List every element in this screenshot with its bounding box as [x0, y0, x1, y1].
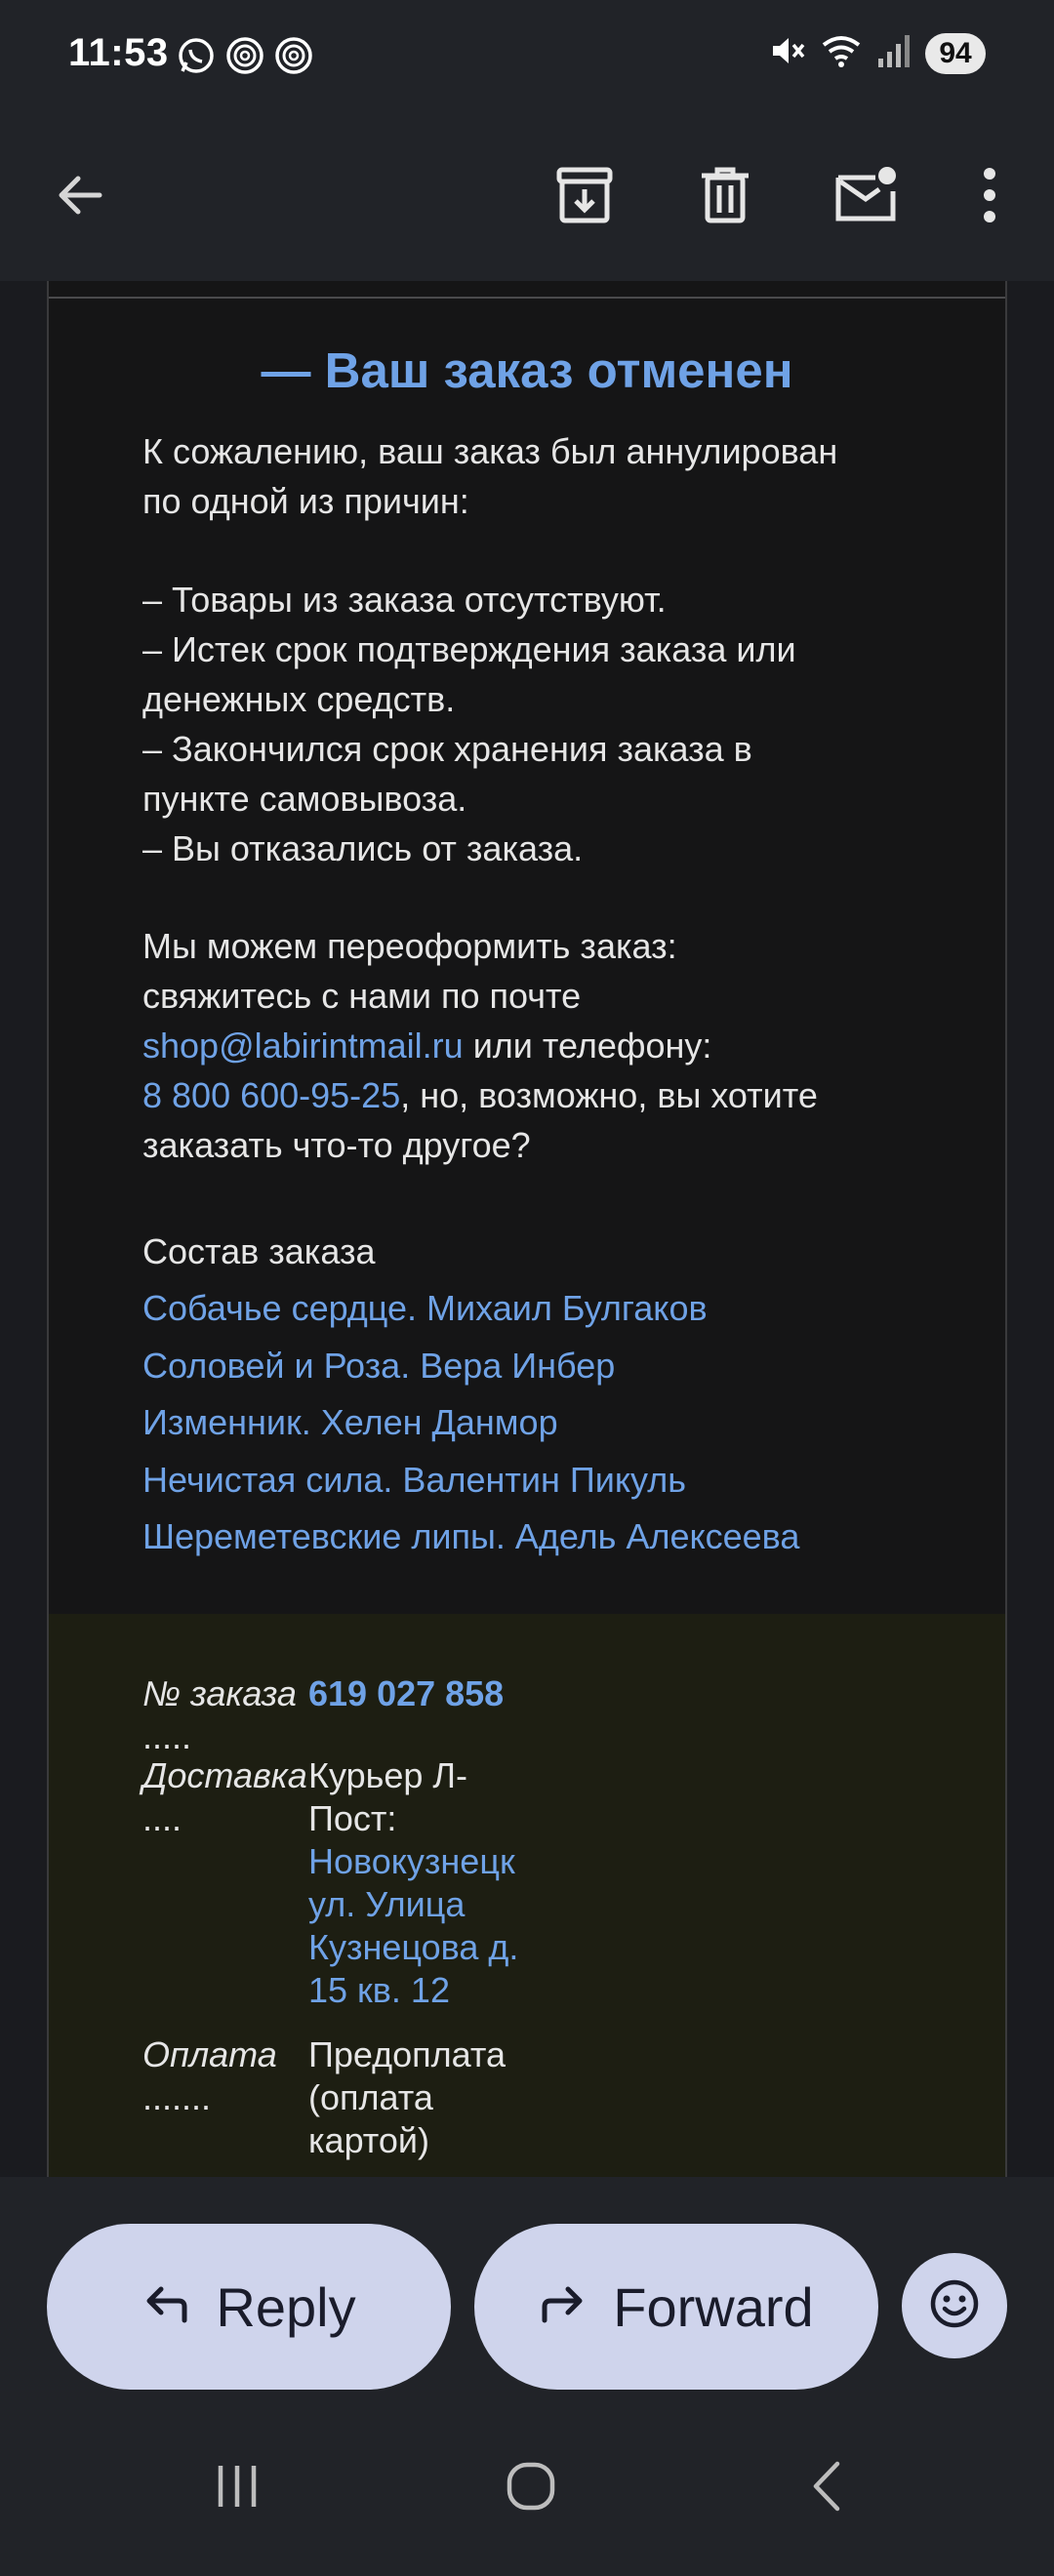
back-icon[interactable]	[774, 2442, 881, 2530]
contact-text: Мы можем переоформить заказ: свяжитесь с…	[142, 921, 982, 1170]
address-link[interactable]: 15 кв. 12	[308, 1969, 562, 2012]
system-nav-bar	[0, 2401, 1054, 2576]
contact-line: свяжитесь с нами по почте	[142, 976, 582, 1016]
reason-line: – Вы отказались от заказа.	[142, 828, 584, 868]
forward-icon	[539, 2275, 588, 2339]
order-item-link[interactable]: Соловей и Роза. Вера Инбер	[142, 1338, 982, 1395]
archive-icon[interactable]	[538, 148, 631, 242]
order-item-link[interactable]: Шереметевские липы. Адель Алексеева	[142, 1509, 982, 1566]
contact-line: 8 800 600-95-25, но, возможно, вы хотите	[142, 1070, 982, 1120]
address-link[interactable]: Кузнецова д.	[308, 1926, 562, 1969]
divider	[49, 297, 1005, 299]
mute-icon	[767, 31, 806, 75]
intro-line: К сожалению, ваш заказ был аннулирован	[142, 431, 838, 471]
status-bar: 11:53 94	[0, 0, 1054, 109]
delivery-value: Курьер Л- Пост: Новокузнецк ул. Улица Ку…	[308, 1754, 562, 2012]
intro-text: К сожалению, ваш заказ был аннулирован п…	[142, 426, 943, 526]
home-icon[interactable]	[477, 2442, 585, 2530]
battery-indicator: 94	[925, 32, 986, 74]
order-item-link[interactable]: Изменник. Хелен Данмор	[142, 1394, 982, 1452]
reasons-list: – Товары из заказа отсутствуют. – Истек …	[142, 575, 943, 873]
phone-link[interactable]: 8 800 600-95-25	[142, 1075, 400, 1115]
emoji-reaction-button[interactable]	[902, 2253, 1007, 2358]
signal-icon	[876, 31, 912, 75]
bottom-action-bar: Reply Forward	[0, 2177, 1054, 2401]
order-number-link[interactable]: 619 027 858	[308, 1672, 699, 1715]
email-card: — Ваш заказ отменен К сожалению, ваш зак…	[47, 281, 1007, 2177]
intro-line: по одной из причин:	[142, 481, 469, 521]
email-body-scroll[interactable]: — Ваш заказ отменен К сожалению, ваш зак…	[0, 281, 1054, 2177]
forward-label: Forward	[613, 2275, 814, 2338]
delivery-label: Доставка....	[142, 1754, 308, 1840]
payment-label: Оплата.......	[142, 2033, 308, 2119]
order-details: № заказа..... 619 027 858 Доставка.... К…	[49, 1614, 1005, 2177]
reply-button[interactable]: Reply	[47, 2224, 451, 2390]
mark-unread-icon[interactable]	[820, 148, 913, 242]
email-title: — Ваш заказ отменен	[261, 342, 793, 398]
label-dots: ....	[142, 1798, 182, 1838]
notification-icons	[176, 35, 314, 81]
reply-icon	[142, 2275, 190, 2339]
contact-line: заказать что-то другое?	[142, 1125, 531, 1165]
whatsapp-icon	[176, 35, 217, 81]
order-item-link[interactable]: Собачье сердце. Михаил Булгаков	[142, 1280, 982, 1338]
delete-icon[interactable]	[678, 148, 772, 242]
recent-apps-icon[interactable]	[183, 2442, 291, 2530]
label-dots: .......	[142, 2077, 212, 2117]
address-link[interactable]: Новокузнецк	[308, 1840, 562, 1883]
wifi-icon	[820, 31, 863, 75]
payment-value: Предоплата (оплата картой)	[308, 2033, 562, 2162]
reason-line: пункте самовывоза.	[142, 779, 467, 819]
threads-icon	[273, 35, 314, 81]
order-heading: Состав заказа	[142, 1231, 376, 1271]
reason-line: – Закончился срок хранения заказа в	[142, 729, 752, 769]
payment-line: (оплата	[308, 2077, 433, 2117]
back-arrow-icon[interactable]	[33, 148, 127, 242]
app-bar	[0, 109, 1054, 281]
delivery-line: Курьер Л-	[308, 1755, 468, 1795]
label-text: № заказа	[142, 1673, 297, 1713]
forward-button[interactable]: Forward	[474, 2224, 878, 2390]
status-time: 11:53	[68, 31, 169, 74]
order-number-label: № заказа.....	[142, 1672, 308, 1758]
payment-line: картой)	[308, 2120, 429, 2160]
more-vert-icon[interactable]	[943, 148, 1036, 242]
label-text: Доставка	[142, 1755, 307, 1795]
contact-line: Мы можем переоформить заказ:	[142, 926, 677, 966]
address-link[interactable]: ул. Улица	[308, 1883, 562, 1926]
label-text: Оплата	[142, 2034, 277, 2074]
reason-line: – Товары из заказа отсутствуют.	[142, 580, 667, 620]
contact-text-part: , но, возможно, вы хотите	[400, 1075, 818, 1115]
reply-label: Reply	[216, 2275, 356, 2338]
status-right: 94	[767, 31, 986, 75]
contact-line: shop@labirintmail.ru или телефону:	[142, 1021, 982, 1070]
reason-line: денежных средств.	[142, 679, 456, 719]
threads-icon	[224, 35, 265, 81]
screen: 11:53 94 — Ваш заказ отменен К сожалению…	[0, 0, 1054, 2576]
contact-text-part: или телефону:	[463, 1026, 712, 1066]
reason-line: – Истек срок подтверждения заказа или	[142, 629, 796, 669]
emoji-icon	[928, 2277, 981, 2335]
order-items-list: Состав заказа Собачье сердце. Михаил Бул…	[142, 1224, 982, 1566]
payment-line: Предоплата	[308, 2034, 506, 2074]
order-item-link[interactable]: Нечистая сила. Валентин Пикуль	[142, 1452, 982, 1509]
email-link[interactable]: shop@labirintmail.ru	[142, 1026, 464, 1066]
label-dots: .....	[142, 1716, 192, 1756]
delivery-line: Пост:	[308, 1798, 397, 1838]
